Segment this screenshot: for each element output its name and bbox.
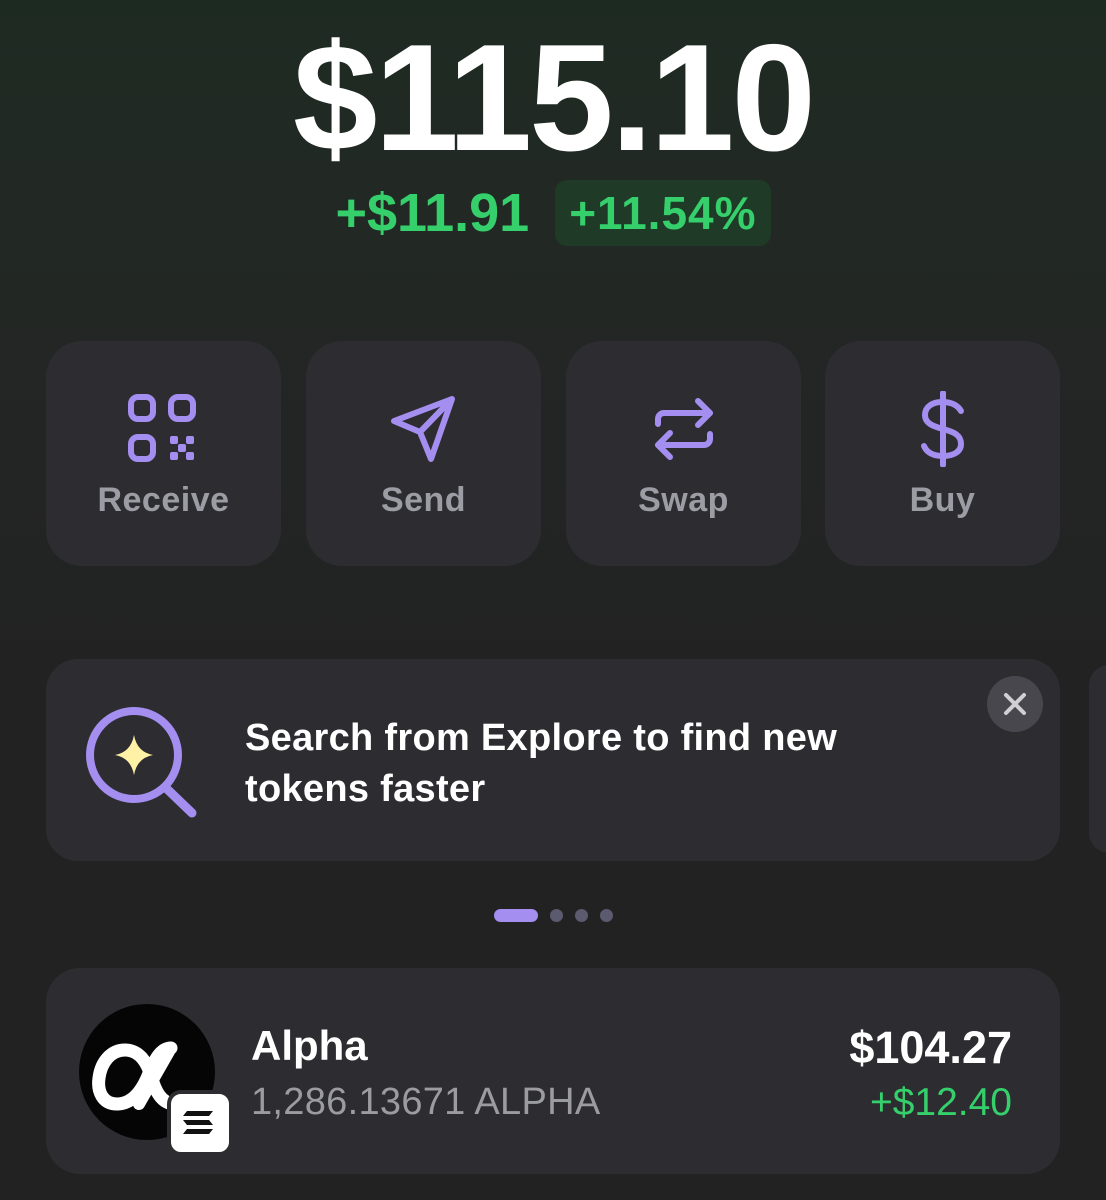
send-button[interactable]: Send [306, 341, 541, 566]
pager-dot[interactable] [549, 908, 563, 922]
search-sparkle-icon [86, 707, 197, 818]
buy-label: Buy [909, 481, 976, 519]
token-row-alpha[interactable]: Alpha 1,286.13671 ALPHA $104.27 +$12.40 [46, 968, 1060, 1174]
token-amount: 1,286.13671 ALPHA [251, 1081, 601, 1123]
pager-dot-active[interactable] [493, 908, 538, 922]
send-label: Send [380, 481, 467, 519]
swap-button[interactable]: Swap [566, 341, 801, 566]
buy-button[interactable]: Buy [825, 341, 1060, 566]
solana-badge-icon [167, 1090, 233, 1156]
explore-banner[interactable]: Search from Explore to find new tokens f… [46, 659, 1060, 861]
receive-label: Receive [97, 481, 230, 519]
pager-dot[interactable] [574, 908, 588, 922]
qr-code-icon [127, 394, 196, 462]
token-change: +$12.40 [869, 1081, 1012, 1124]
receive-button[interactable]: Receive [46, 341, 281, 566]
next-banner-card[interactable] [1089, 665, 1106, 853]
balance-change-row: +$11.91 +11.54% [0, 178, 1106, 248]
token-name: Alpha [251, 1022, 368, 1069]
send-icon [390, 396, 455, 462]
banner-close-button[interactable] [987, 676, 1043, 732]
close-icon [1004, 693, 1026, 715]
swap-icon [654, 398, 713, 460]
total-balance: $115.10 [292, 13, 816, 183]
pager-dot[interactable] [599, 908, 613, 922]
banner-message: Search from Explore to find new tokens f… [245, 717, 838, 810]
banner-pager [0, 906, 1106, 924]
token-value: $104.27 [849, 1022, 1012, 1073]
swap-label: Swap [638, 481, 729, 519]
balance-change-percent: +11.54% [555, 180, 771, 246]
dollar-icon [920, 391, 964, 467]
balance-change-amount: +$11.91 [335, 183, 530, 243]
